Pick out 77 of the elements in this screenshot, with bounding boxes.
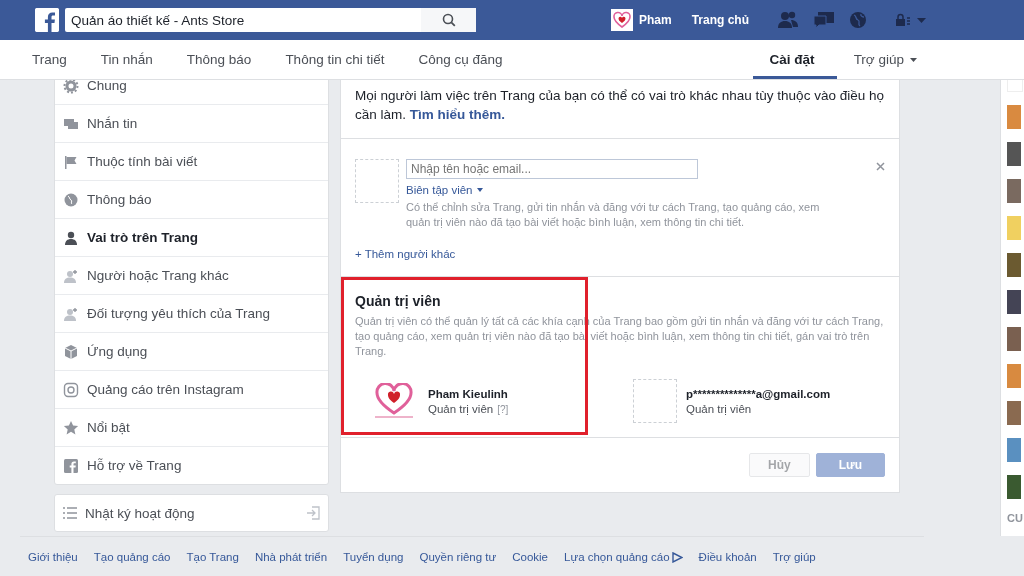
- footer-link[interactable]: Quyền riêng tư: [411, 551, 505, 563]
- person-plus-icon: [63, 305, 79, 322]
- footer-link[interactable]: Giới thiệu: [20, 551, 86, 563]
- footer-link[interactable]: Nhà phát triển: [246, 551, 336, 563]
- globe-icon[interactable]: [849, 11, 868, 29]
- section-title: Quản trị viên: [355, 293, 442, 309]
- nav-tab[interactable]: Trợ giúp: [836, 40, 934, 79]
- footer-link[interactable]: Tạo quảng cáo: [85, 551, 179, 563]
- photo-placeholder[interactable]: [1007, 327, 1021, 351]
- photo-placeholder[interactable]: [1007, 364, 1021, 388]
- activity-log-item[interactable]: Nhật ký hoạt động: [54, 494, 329, 532]
- list-icon: [63, 507, 77, 519]
- intro-text: Mọi người làm việc trên Trang của bạn có thể có vai trò khác nhau tùy thuộc vào điều họ cần làm. Tìm hiểu thêm.: [341, 80, 899, 139]
- photo-placeholder[interactable]: [1007, 216, 1021, 240]
- person-plus-icon: [63, 267, 79, 284]
- search-icon[interactable]: [441, 13, 456, 27]
- photo-placeholder[interactable]: [1007, 179, 1021, 203]
- footer-link[interactable]: Cookie: [504, 551, 557, 563]
- nav-tab[interactable]: Tin nhắn: [83, 40, 170, 79]
- footer-link[interactable]: Điều khoản: [690, 551, 765, 563]
- photo-placeholder[interactable]: [1007, 438, 1021, 462]
- nav-tab[interactable]: Trang: [15, 40, 84, 79]
- photo-placeholder[interactable]: [1007, 105, 1021, 129]
- learn-more-link[interactable]: Tìm hiểu thêm.: [409, 107, 506, 122]
- search-field[interactable]: Quản áo thiết kế - Ants Store: [65, 8, 421, 32]
- flag-icon: [63, 153, 79, 170]
- section-heading: CU: [1007, 512, 1023, 524]
- footer-link[interactable]: Trợ giúp: [764, 551, 824, 563]
- globe-icon: [63, 191, 79, 208]
- photo-placeholder[interactable]: [1007, 142, 1021, 166]
- sidebar-item[interactable]: Quảng cáo trên Instagram: [55, 370, 328, 408]
- footer-link[interactable]: Tuyển dụng: [335, 551, 412, 563]
- sidebar-item[interactable]: Ứng dụng: [55, 332, 328, 370]
- sidebar-item[interactable]: Vai trò trên Trang: [55, 218, 328, 256]
- caret-icon: [476, 188, 483, 192]
- sidebar-item[interactable]: Hỗ trợ về Trang: [55, 446, 328, 484]
- sidebar-item[interactable]: Thuộc tính bài viết: [55, 142, 328, 180]
- camera-outline-icon: [63, 381, 79, 398]
- person-icon: [63, 229, 79, 246]
- photo-placeholder[interactable]: [1007, 401, 1021, 425]
- photo-placeholder[interactable]: [1007, 475, 1021, 499]
- nav-tab[interactable]: Thông tin chi tiết: [268, 40, 402, 79]
- gear-icon: [63, 80, 79, 94]
- role-description: Có thể chỉnh sửa Trang, gửi tin nhắn và đăng với tư cách Trang, tạo quảng cáo, xem quản trị viên nào đã tạo bài viết hoặc bình luận, xem thông tin chi tiết.: [406, 200, 821, 230]
- admin-name[interactable]: p**************a@gmail.com: [686, 387, 831, 400]
- name-or-email-field[interactable]: Nhập tên hoặc email...: [406, 159, 698, 179]
- footer-link[interactable]: Tạo Trang: [178, 551, 247, 563]
- exit-arrow-icon[interactable]: [306, 506, 320, 520]
- add-another-link[interactable]: + Thêm người khác: [355, 248, 456, 260]
- heart-logo-avatar-icon: [611, 9, 633, 31]
- close-icon[interactable]: [876, 162, 885, 171]
- sidebar-item[interactable]: Thông báo: [55, 180, 328, 218]
- sidebar-item[interactable]: Đối tượng yêu thích của Trang: [55, 294, 328, 332]
- role-dropdown[interactable]: Biên tập viên: [406, 184, 483, 196]
- messages-icon[interactable]: [813, 11, 836, 29]
- ad-choices-icon[interactable]: [671, 551, 683, 563]
- photo-placeholder[interactable]: [1007, 253, 1021, 277]
- admin-role: Quản trị viên: [428, 402, 494, 415]
- avatar-placeholder: [355, 159, 399, 203]
- sidebar-item[interactable]: Chung: [55, 80, 328, 104]
- admin-role: Quản trị viên: [686, 402, 752, 415]
- profile-link[interactable]: Pham: [611, 9, 672, 31]
- sidebar-item[interactable]: Người hoặc Trang khác: [55, 256, 328, 294]
- nav-tab[interactable]: Công cụ đăng: [401, 40, 520, 79]
- admin-name[interactable]: Pham Kieulinh: [428, 387, 509, 400]
- photo-placeholder[interactable]: [1007, 290, 1021, 314]
- footer-link[interactable]: Lựa chọn quảng cáo: [556, 551, 691, 563]
- sidebar-item[interactable]: Nhắn tin: [55, 104, 328, 142]
- friends-icon[interactable]: [777, 11, 800, 29]
- sidebar-item[interactable]: Nổi bật: [55, 408, 328, 446]
- home-link[interactable]: Trang chủ: [691, 13, 750, 27]
- f-square-icon: [63, 457, 79, 474]
- nav-tab[interactable]: Thông báo: [169, 40, 269, 79]
- cube-icon: [63, 343, 79, 360]
- avatar-placeholder: [633, 379, 677, 423]
- star-icon: [63, 419, 79, 436]
- facebook-logo-icon[interactable]: [35, 8, 59, 32]
